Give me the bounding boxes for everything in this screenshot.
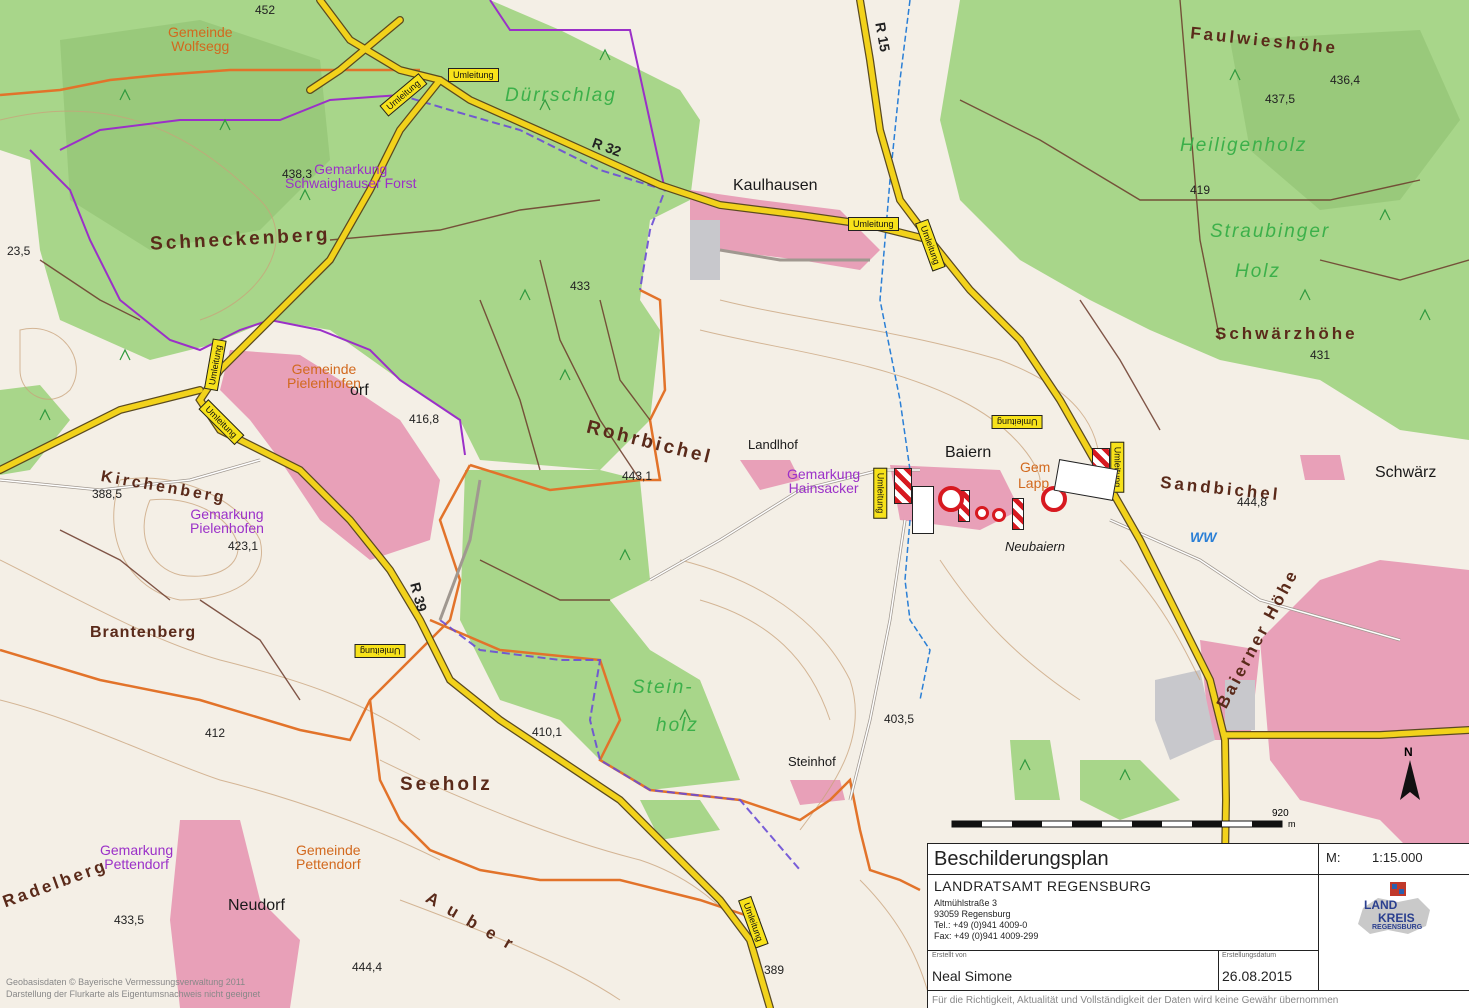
terrain-seeholz: Seeholz bbox=[400, 774, 493, 795]
road-barrier[interactable] bbox=[1012, 498, 1024, 530]
water-works-label: WW bbox=[1190, 529, 1217, 545]
place-neubaiern: Neubaiern bbox=[1005, 539, 1065, 554]
created-by: Neal Simone bbox=[932, 968, 1013, 984]
detour-sign[interactable]: Umleitung bbox=[873, 467, 888, 519]
scale-key: M: bbox=[1326, 850, 1341, 865]
forest-straubinger: Straubinger bbox=[1210, 221, 1331, 242]
scale-end-label: 920 bbox=[1272, 808, 1289, 819]
forest-holz: Holz bbox=[1235, 261, 1282, 282]
elevation: 410,1 bbox=[532, 725, 563, 739]
elevation: 444,4 bbox=[352, 960, 383, 974]
forest-holz-2: holz bbox=[656, 715, 699, 736]
elevation: 444,8 bbox=[1237, 495, 1268, 509]
title-block: Beschilderungsplan M: 1:15.000 LANDRATSA… bbox=[927, 843, 1469, 1008]
elevation: 438.3 bbox=[282, 167, 313, 181]
gemeinde-wolfsegg: Gemeinde Wolfsegg bbox=[168, 24, 233, 54]
scale-unit-label: m bbox=[1288, 819, 1296, 829]
detour-sign[interactable]: Umleitung bbox=[355, 644, 406, 658]
creation-date: 26.08.2015 bbox=[1222, 968, 1293, 984]
scale-value: 1:15.000 bbox=[1372, 850, 1423, 865]
detour-sign[interactable]: Umleitung bbox=[992, 415, 1043, 429]
no-entry-sign[interactable] bbox=[992, 508, 1006, 522]
place-baiern: Baiern bbox=[945, 444, 992, 461]
elevation: 412 bbox=[205, 726, 226, 740]
copyright-notice: Geobasisdaten © Bayerische Vermessungsve… bbox=[6, 977, 261, 999]
gemarkung-hainsacker: Gemarkung Hainsacker bbox=[787, 466, 861, 496]
landkreis-logo: LAND KREIS REGENSBURG bbox=[1348, 880, 1438, 940]
north-arrow-label: N bbox=[1404, 745, 1413, 759]
terrain-schwaerzhoehe: Schwärzhöhe bbox=[1215, 324, 1358, 343]
elevation: 416,8 bbox=[409, 412, 440, 426]
place-kaulhausen: Kaulhausen bbox=[733, 177, 818, 194]
elevation: 388,5 bbox=[92, 487, 123, 501]
elevation: 23,5 bbox=[7, 244, 31, 258]
plan-title: Beschilderungsplan bbox=[934, 848, 1109, 870]
no-entry-sign[interactable] bbox=[975, 506, 989, 520]
elevation: 433 bbox=[570, 279, 591, 293]
elevation: 431 bbox=[1310, 348, 1331, 362]
elevation: 436,4 bbox=[1330, 73, 1361, 87]
disclaimer: Für die Richtigkeit, Aktualität und Voll… bbox=[932, 995, 1339, 1006]
gemeinde-pettendorf: Gemeinde Pettendorf bbox=[296, 842, 361, 872]
forest-heiligenholz: Heiligenholz bbox=[1180, 135, 1308, 156]
elevation: 443,1 bbox=[622, 469, 653, 483]
elevation: 423,1 bbox=[228, 539, 259, 553]
gemarkung-pettendorf: Gemarkung Pettendorf bbox=[100, 842, 174, 872]
place-schwaerz: Schwärz bbox=[1375, 464, 1437, 481]
date-caption: Erstellungsdatum bbox=[1222, 952, 1277, 959]
info-sign[interactable] bbox=[912, 486, 934, 534]
elevation: 403,5 bbox=[884, 712, 915, 726]
elevation: 419 bbox=[1190, 183, 1211, 197]
terrain-brantenberg: Brantenberg bbox=[90, 624, 197, 641]
forest-duerrschlag: Dürrschlag bbox=[505, 85, 617, 106]
place-neudorf: Neudorf bbox=[228, 897, 285, 914]
elevation: 433,5 bbox=[114, 913, 145, 927]
place-partial-lapp: Lapp bbox=[1018, 475, 1050, 491]
road-barrier[interactable] bbox=[894, 468, 912, 504]
place-steinhof: Steinhof bbox=[788, 754, 836, 769]
gemeinde-pielenhofen: Gemeinde Pielenhofen bbox=[287, 361, 361, 391]
organization: LANDRATSAMT REGENSBURG bbox=[934, 878, 1152, 894]
elevation: 437,5 bbox=[1265, 92, 1296, 106]
detour-sign[interactable]: Umleitung bbox=[848, 217, 899, 231]
place-landlhof: Landlhof bbox=[748, 437, 798, 452]
scale-bar bbox=[951, 820, 1283, 828]
address: Altmühlstraße 3 93059 Regensburg Tel.: +… bbox=[934, 898, 1039, 941]
no-entry-sign[interactable] bbox=[938, 486, 964, 512]
forest-stein: Stein- bbox=[632, 677, 694, 698]
elevation: 452 bbox=[255, 3, 276, 17]
map-canvas[interactable]: Kaulhausen Baiern Neubaiern Landlhof Ste… bbox=[0, 0, 1469, 1008]
detour-sign[interactable]: Umleitung bbox=[448, 68, 499, 82]
gemarkung-pielenhofen: Gemarkung Pielenhofen bbox=[190, 506, 264, 536]
place-partial-gem: Gem bbox=[1020, 459, 1051, 475]
elevation: 389 bbox=[764, 963, 785, 977]
created-by-caption: Erstellt von bbox=[932, 952, 967, 959]
